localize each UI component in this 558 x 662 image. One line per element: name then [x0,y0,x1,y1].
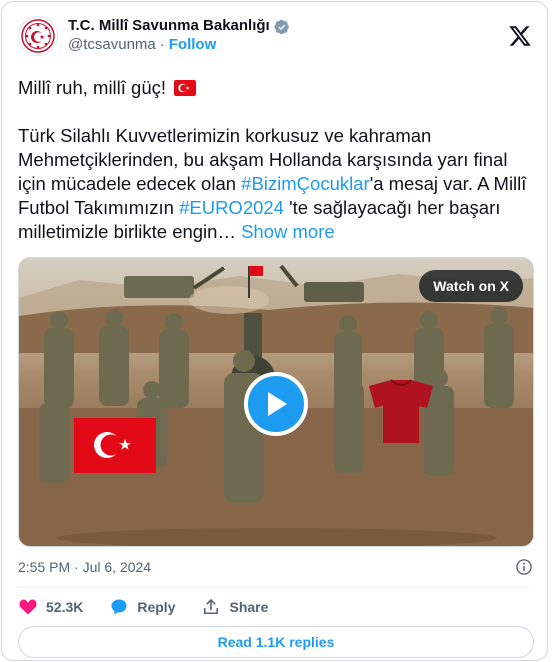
tweet-meta: 2:55 PM · Jul 6, 2024 [18,557,533,577]
follow-button[interactable]: Follow [169,36,217,55]
read-replies-button[interactable]: Read 1.1K replies [18,626,534,658]
user-info: T.C. Millî Savunma Bakanlığı @tcsavunma … [68,17,290,55]
hashtag-bizimcocuklar[interactable]: #BizimÇocuklar [241,173,370,194]
divider [18,587,531,588]
reply-label: Reply [137,599,176,615]
video-thumbnail[interactable]: Watch on X [18,257,534,547]
tweet-header: T.C. Millî Savunma Bakanlığı @tcsavunma … [18,12,533,60]
gray-verified-badge-icon[interactable] [274,19,290,35]
play-button[interactable] [244,372,308,436]
share-label: Share [229,599,269,615]
display-name[interactable]: T.C. Millî Savunma Bakanlığı [68,17,270,36]
tweet-body: Türk Silahlı Kuvvetlerimizin korkusuz ve… [18,124,530,244]
tweet-text: Millî ruh, millî güç! Türk Silahlı Kuvve… [18,76,530,244]
hashtag-euro2024[interactable]: #EURO2024 [179,197,284,218]
separator-dot: · [159,36,165,53]
turkey-flag-icon [174,80,197,96]
reply-bubble-icon [111,599,127,615]
heart-icon [19,599,37,615]
avatar[interactable] [18,16,58,56]
timestamp[interactable]: 2:55 PM · Jul 6, 2024 [18,559,151,575]
info-icon[interactable] [515,558,533,576]
share-button[interactable]: Share [201,597,268,617]
share-icon [204,599,219,615]
like-button[interactable]: 52.3K [18,597,83,617]
ministry-emblem-icon [21,19,55,53]
action-bar: 52.3K Reply Share [18,595,268,619]
user-handle[interactable]: @tcsavunma [68,36,156,55]
like-count: 52.3K [46,599,84,615]
x-logo-icon[interactable] [507,23,533,49]
play-icon [268,392,287,416]
reply-button[interactable]: Reply [109,597,175,617]
tweet-card: T.C. Millî Savunma Bakanlığı @tcsavunma … [1,1,548,661]
tweet-first-line: Millî ruh, millî güç! [18,77,167,98]
show-more-link[interactable]: Show more [241,221,335,242]
watch-on-x-button[interactable]: Watch on X [419,270,523,302]
